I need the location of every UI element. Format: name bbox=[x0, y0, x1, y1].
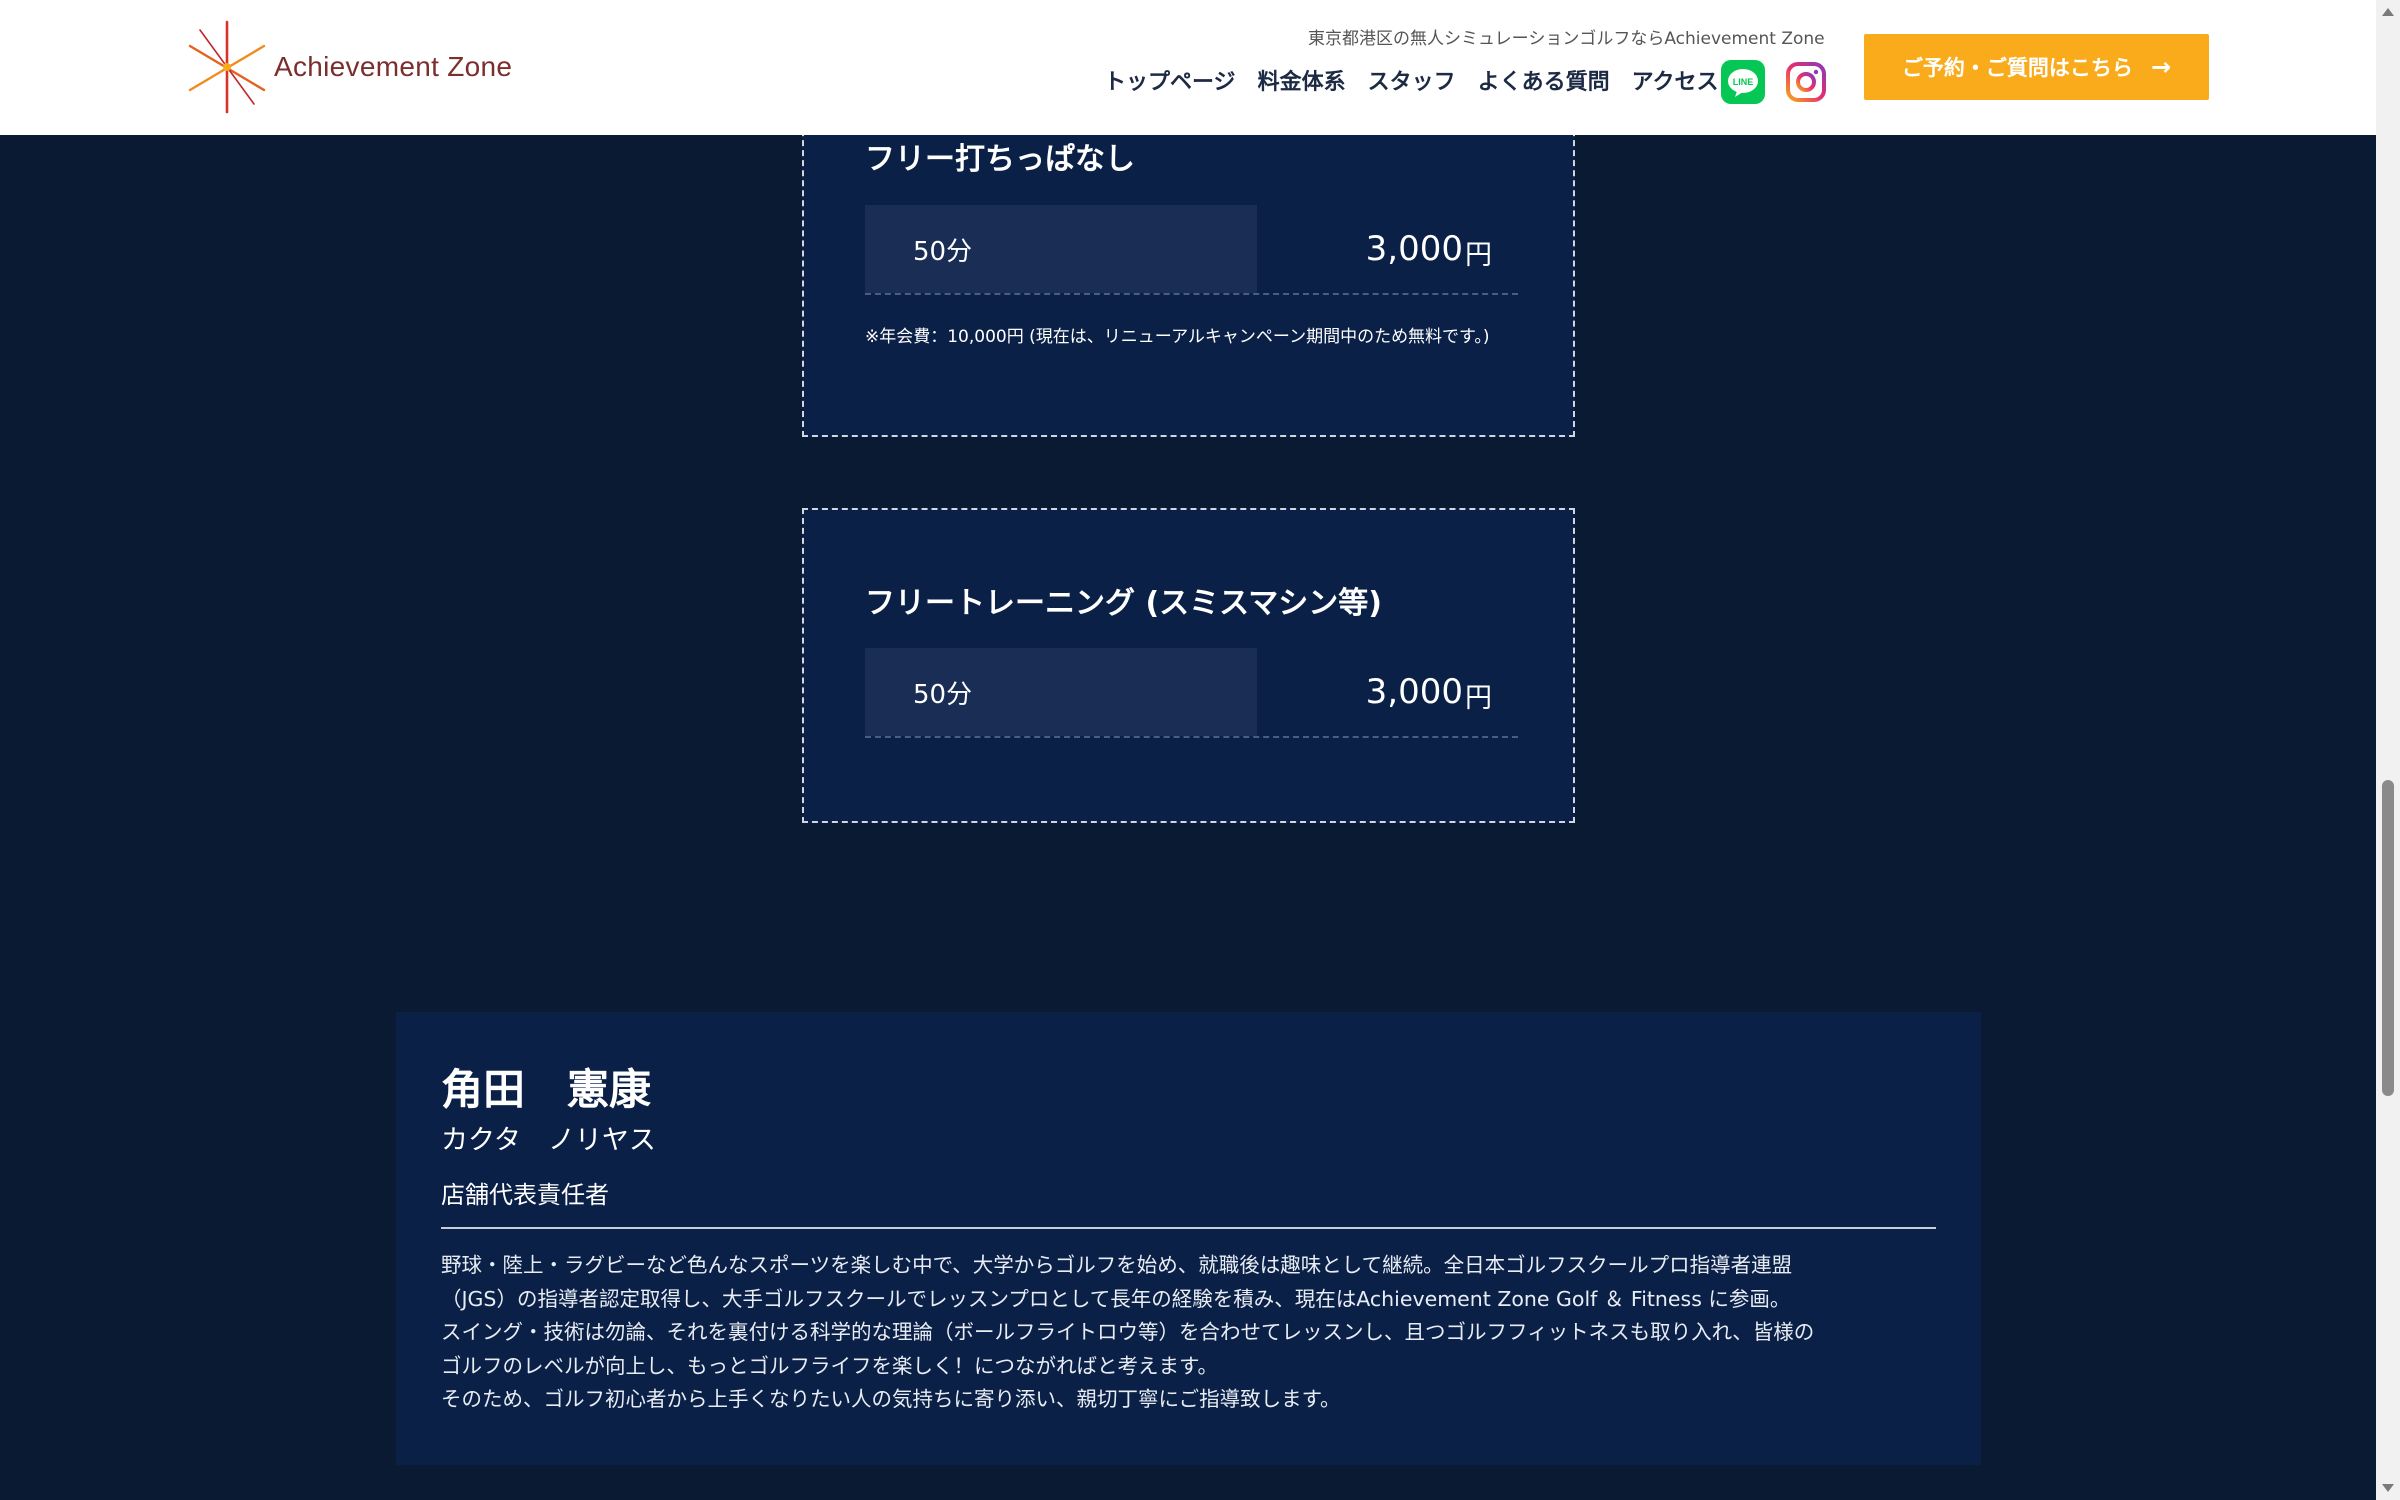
nav-item-access[interactable]: アクセス bbox=[1632, 64, 1719, 96]
price-duration: 50分 bbox=[865, 205, 1257, 293]
price-amount: 3,000 bbox=[1365, 672, 1463, 712]
staff-role: 店舗代表責任者 bbox=[441, 1181, 609, 1209]
staff-profile-card: 角田 憲康 カクタ ノリヤス 店舗代表責任者 野球・陸上・ラグビーなど色んなスポ… bbox=[396, 1012, 1981, 1465]
price-unit: 円 bbox=[1465, 682, 1492, 714]
pricing-card-free-training: フリートレーニング (スミスマシン等) 50分 3,000 円 bbox=[802, 508, 1575, 823]
reservation-button[interactable]: ご予約・ご質問はこちら → bbox=[1864, 34, 2209, 100]
pricing-card-title: フリー打ちっぱなし bbox=[865, 142, 1135, 177]
divider bbox=[441, 1227, 1936, 1229]
scroll-down-icon[interactable] bbox=[2382, 1484, 2394, 1492]
page-scrollbar[interactable] bbox=[2376, 0, 2400, 1500]
price-row: 50分 3,000 円 bbox=[865, 205, 1518, 295]
staff-name: 角田 憲康 bbox=[441, 1065, 652, 1114]
nav-item-faq[interactable]: よくある質問 bbox=[1478, 64, 1610, 96]
arrow-right-icon: → bbox=[2150, 53, 2172, 81]
header-tagline: 東京都港区の無人シミュレーションゴルフならAchievement Zone bbox=[1308, 29, 1825, 49]
staff-bio-line: 野球・陸上・ラグビーなど色んなスポーツを楽しむ中で、大学からゴルフを始め、就職後… bbox=[441, 1253, 1793, 1277]
logo-text: Achievement Zone bbox=[274, 51, 513, 82]
logo[interactable]: Achievement Zone bbox=[186, 20, 512, 114]
line-bubble-icon: LINE bbox=[1728, 69, 1758, 97]
staff-bio-line: そのため、ゴルフ初心者から上手くなりたい人の気持ちに寄り添い、親切丁寧にご指導致… bbox=[441, 1387, 1341, 1411]
reservation-button-label: ご予約・ご質問はこちら bbox=[1901, 56, 2133, 80]
line-icon[interactable]: LINE bbox=[1721, 60, 1765, 104]
instagram-glyph-icon bbox=[1786, 62, 1826, 102]
scroll-up-icon[interactable] bbox=[2382, 8, 2394, 16]
staff-bio: 野球・陸上・ラグビーなど色んなスポーツを楽しむ中で、大学からゴルフを始め、就職後… bbox=[441, 1249, 1941, 1417]
price-value: 3,000 円 bbox=[1257, 648, 1518, 736]
pricing-card-free-range: フリー打ちっぱなし 50分 3,000 円 ※年会費：10,000円 (現在は、リ… bbox=[802, 100, 1575, 437]
instagram-icon[interactable] bbox=[1784, 60, 1828, 104]
membership-fee-note: ※年会費：10,000円 (現在は、リニューアルキャンペーン期間中のため無料です… bbox=[865, 327, 1490, 347]
staff-name-kana: カクタ ノリヤス bbox=[441, 1125, 656, 1156]
nav-item-top[interactable]: トップページ bbox=[1104, 64, 1236, 96]
main-nav: トップページ 料金体系 スタッフ よくある質問 アクセス bbox=[1104, 64, 1741, 96]
price-row: 50分 3,000 円 bbox=[865, 648, 1518, 738]
pricing-card-title: フリートレーニング (スミスマシン等) bbox=[865, 586, 1382, 621]
price-unit: 円 bbox=[1465, 239, 1492, 271]
staff-bio-line: スイング・技術は勿論、それを裏付ける科学的な理論（ボールフライトロウ等）を合わせ… bbox=[441, 1320, 1815, 1344]
logo-star-icon bbox=[188, 20, 266, 114]
site-header: Achievement Zone 東京都港区の無人シミュレーションゴルフならAc… bbox=[0, 0, 2376, 135]
nav-item-pricing[interactable]: 料金体系 bbox=[1258, 64, 1346, 96]
staff-bio-line: （JGS）の指導者認定取得し、大手ゴルフスクールでレッスンプロとして長年の経験を… bbox=[441, 1286, 1791, 1311]
nav-item-staff[interactable]: スタッフ bbox=[1368, 64, 1456, 96]
price-amount: 3,000 bbox=[1365, 229, 1463, 269]
staff-bio-line: ゴルフのレベルが向上し、もっとゴルフライフを楽しく！につながればと考えます。 bbox=[441, 1353, 1218, 1378]
price-duration: 50分 bbox=[865, 648, 1257, 736]
line-text: LINE bbox=[1733, 77, 1754, 87]
scrollbar-thumb[interactable] bbox=[2382, 780, 2394, 1096]
price-value: 3,000 円 bbox=[1257, 205, 1518, 293]
